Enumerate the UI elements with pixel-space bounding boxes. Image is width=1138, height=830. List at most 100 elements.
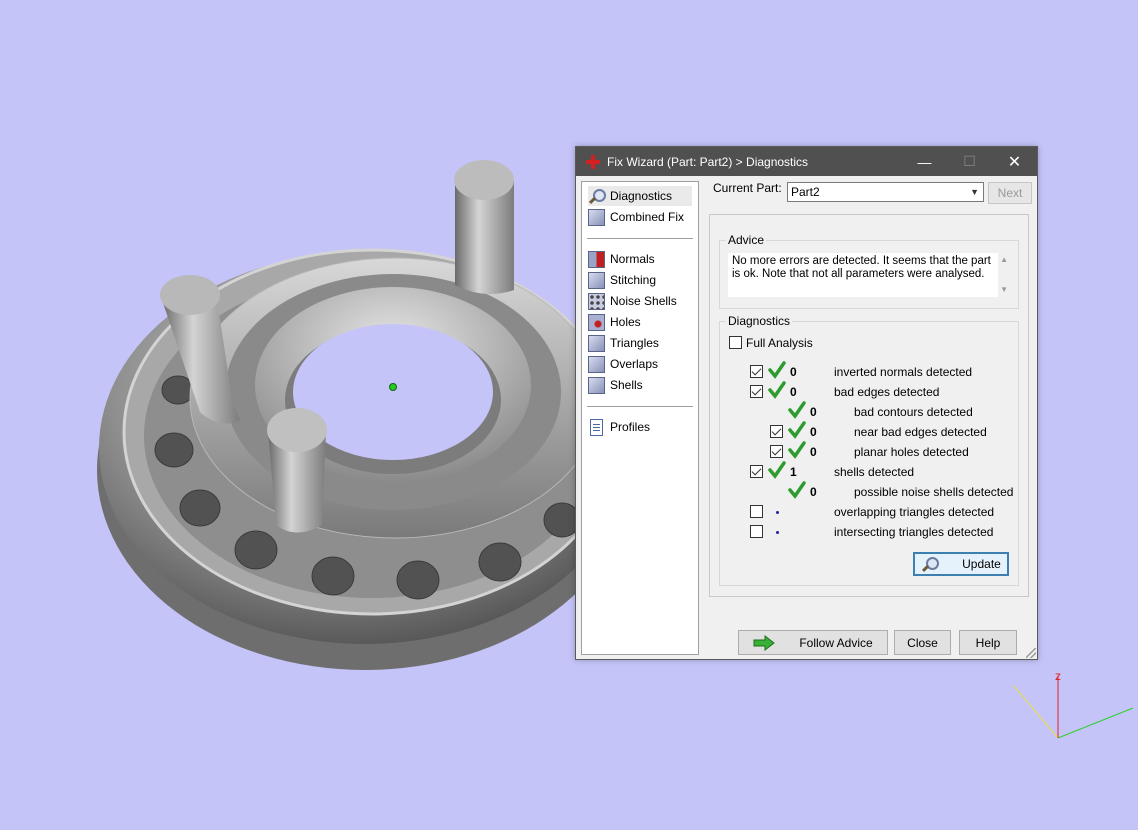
close-window-button[interactable]: ✕ [992,147,1037,176]
nav-separator [587,238,693,239]
holes-cube-icon [588,313,605,331]
update-button-label: Update [962,557,1001,571]
green-check-icon [788,481,806,499]
overlapping-triangles-text: overlapping triangles detected [834,505,995,519]
fix-wizard-dialog: Fix Wizard (Part: Part2) > Diagnostics —… [575,146,1038,660]
nav-item-triangles[interactable]: Triangles [588,333,659,353]
overlapping-triangles-checkbox[interactable] [750,505,763,518]
noise-shells-cube-icon [588,292,605,310]
shells-checkbox[interactable] [750,465,763,478]
nav-item-shells[interactable]: Shells [588,375,643,395]
inverted-normals-checkbox[interactable] [750,365,763,378]
advice-group: Advice No more errors are detected. It s… [719,233,1019,309]
nav-item-label: Profiles [610,420,651,434]
advice-text-line-2: is ok. Note that not all parameters were… [732,268,985,280]
nav-item-noise-shells[interactable]: Noise Shells [588,291,677,311]
current-part-select[interactable]: Part2 ▼ [787,182,984,202]
noise-shells-text: possible noise shells detected [854,485,1014,499]
diagnostics-group: Diagnostics Full Analysis 0 inverted nor… [719,314,1019,586]
green-check-icon [788,401,806,419]
minimize-button[interactable]: — [902,147,947,176]
axis-triad: z [1013,669,1134,739]
planar-holes-checkbox[interactable] [770,445,783,458]
magnifier-icon [588,188,606,205]
nav-item-label: Shells [610,378,643,392]
nav-item-normals[interactable]: Normals [588,249,655,269]
nav-separator [587,406,693,407]
nav-item-holes[interactable]: Holes [588,312,641,332]
pending-dot-icon [776,511,779,514]
scroll-up-icon[interactable]: ▲ [1000,255,1008,264]
scroll-down-icon[interactable]: ▼ [1000,285,1008,294]
green-check-icon [768,361,786,379]
red-cross-app-icon [586,154,600,169]
axis-z-label: z [1055,669,1061,683]
cube-icon [588,208,605,226]
fix-navigation-panel: Diagnostics Combined Fix Normals Stitchi… [581,181,699,655]
nav-item-profiles[interactable]: Profiles [588,417,650,437]
near-bad-edges-text: near bad edges detected [854,425,987,439]
full-analysis-checkbox[interactable] [729,336,742,349]
follow-advice-button[interactable]: Follow Advice [738,630,888,655]
bad-edges-checkbox[interactable] [750,385,763,398]
near-bad-edges-count: 0 [810,425,817,439]
nav-item-label: Holes [610,315,641,329]
next-button[interactable]: Next [988,182,1032,204]
planar-holes-text: planar holes detected [854,445,969,459]
nav-item-label: Diagnostics [610,189,673,203]
inverted-normals-text: inverted normals detected [834,365,973,379]
maximize-button[interactable]: ☐ [947,147,992,176]
nav-item-label: Triangles [610,336,659,350]
bad-edges-text: bad edges detected [834,385,940,399]
nav-item-overlaps[interactable]: Overlaps [588,354,658,374]
shells-count: 1 [790,465,797,479]
nav-item-label: Normals [610,252,655,266]
near-bad-edges-checkbox[interactable] [770,425,783,438]
nav-item-label: Stitching [610,273,657,287]
update-button[interactable]: Update [913,552,1009,576]
nav-item-diagnostics[interactable]: Diagnostics [588,186,692,206]
close-button[interactable]: Close [894,630,951,655]
diagnostics-title: Diagnostics [726,314,793,328]
green-check-icon [788,421,806,439]
triangles-cube-icon [588,334,605,352]
inverted-normals-count: 0 [790,365,797,379]
planar-holes-count: 0 [810,445,817,459]
green-arrow-icon [753,634,776,651]
current-part-label: Current Part: [713,181,782,195]
magnifier-icon [921,556,940,573]
help-button[interactable]: Help [959,630,1017,655]
overlaps-cube-icon [588,355,605,373]
pending-dot-icon [776,531,779,534]
normals-cube-icon [588,250,605,268]
stitching-cube-icon [588,271,605,289]
nav-item-combined-fix[interactable]: Combined Fix [588,207,684,227]
intersecting-triangles-text: intersecting triangles detected [834,525,994,539]
follow-advice-label: Follow Advice [799,635,873,650]
nav-item-label: Overlaps [610,357,659,371]
window-title: Fix Wizard (Part: Part2) > Diagnostics [607,154,809,169]
green-check-icon [768,381,786,399]
nav-item-label: Combined Fix [610,210,685,224]
advice-text-line-1: No more errors are detected. It seems th… [732,255,991,267]
nav-item-stitching[interactable]: Stitching [588,270,656,290]
nav-item-label: Noise Shells [610,294,677,308]
bad-contours-count: 0 [810,405,817,419]
shells-cube-icon [588,376,605,394]
intersecting-triangles-checkbox[interactable] [750,525,763,538]
title-bar[interactable]: Fix Wizard (Part: Part2) > Diagnostics —… [576,147,1037,176]
noise-shells-count: 0 [810,485,817,499]
diagnostics-panel: Advice No more errors are detected. It s… [709,214,1029,597]
green-check-icon [788,441,806,459]
bad-contours-text: bad contours detected [854,405,973,419]
chevron-down-icon: ▼ [970,187,979,197]
shells-text: shells detected [834,465,915,479]
green-check-icon [768,461,786,479]
resize-grip[interactable] [1026,648,1036,658]
advice-text-box: No more errors are detected. It seems th… [728,253,998,297]
current-part-value: Part2 [791,185,820,199]
3d-part-model [97,160,633,670]
full-analysis-label: Full Analysis [746,336,813,350]
advice-title: Advice [726,233,767,247]
document-icon [590,418,603,436]
